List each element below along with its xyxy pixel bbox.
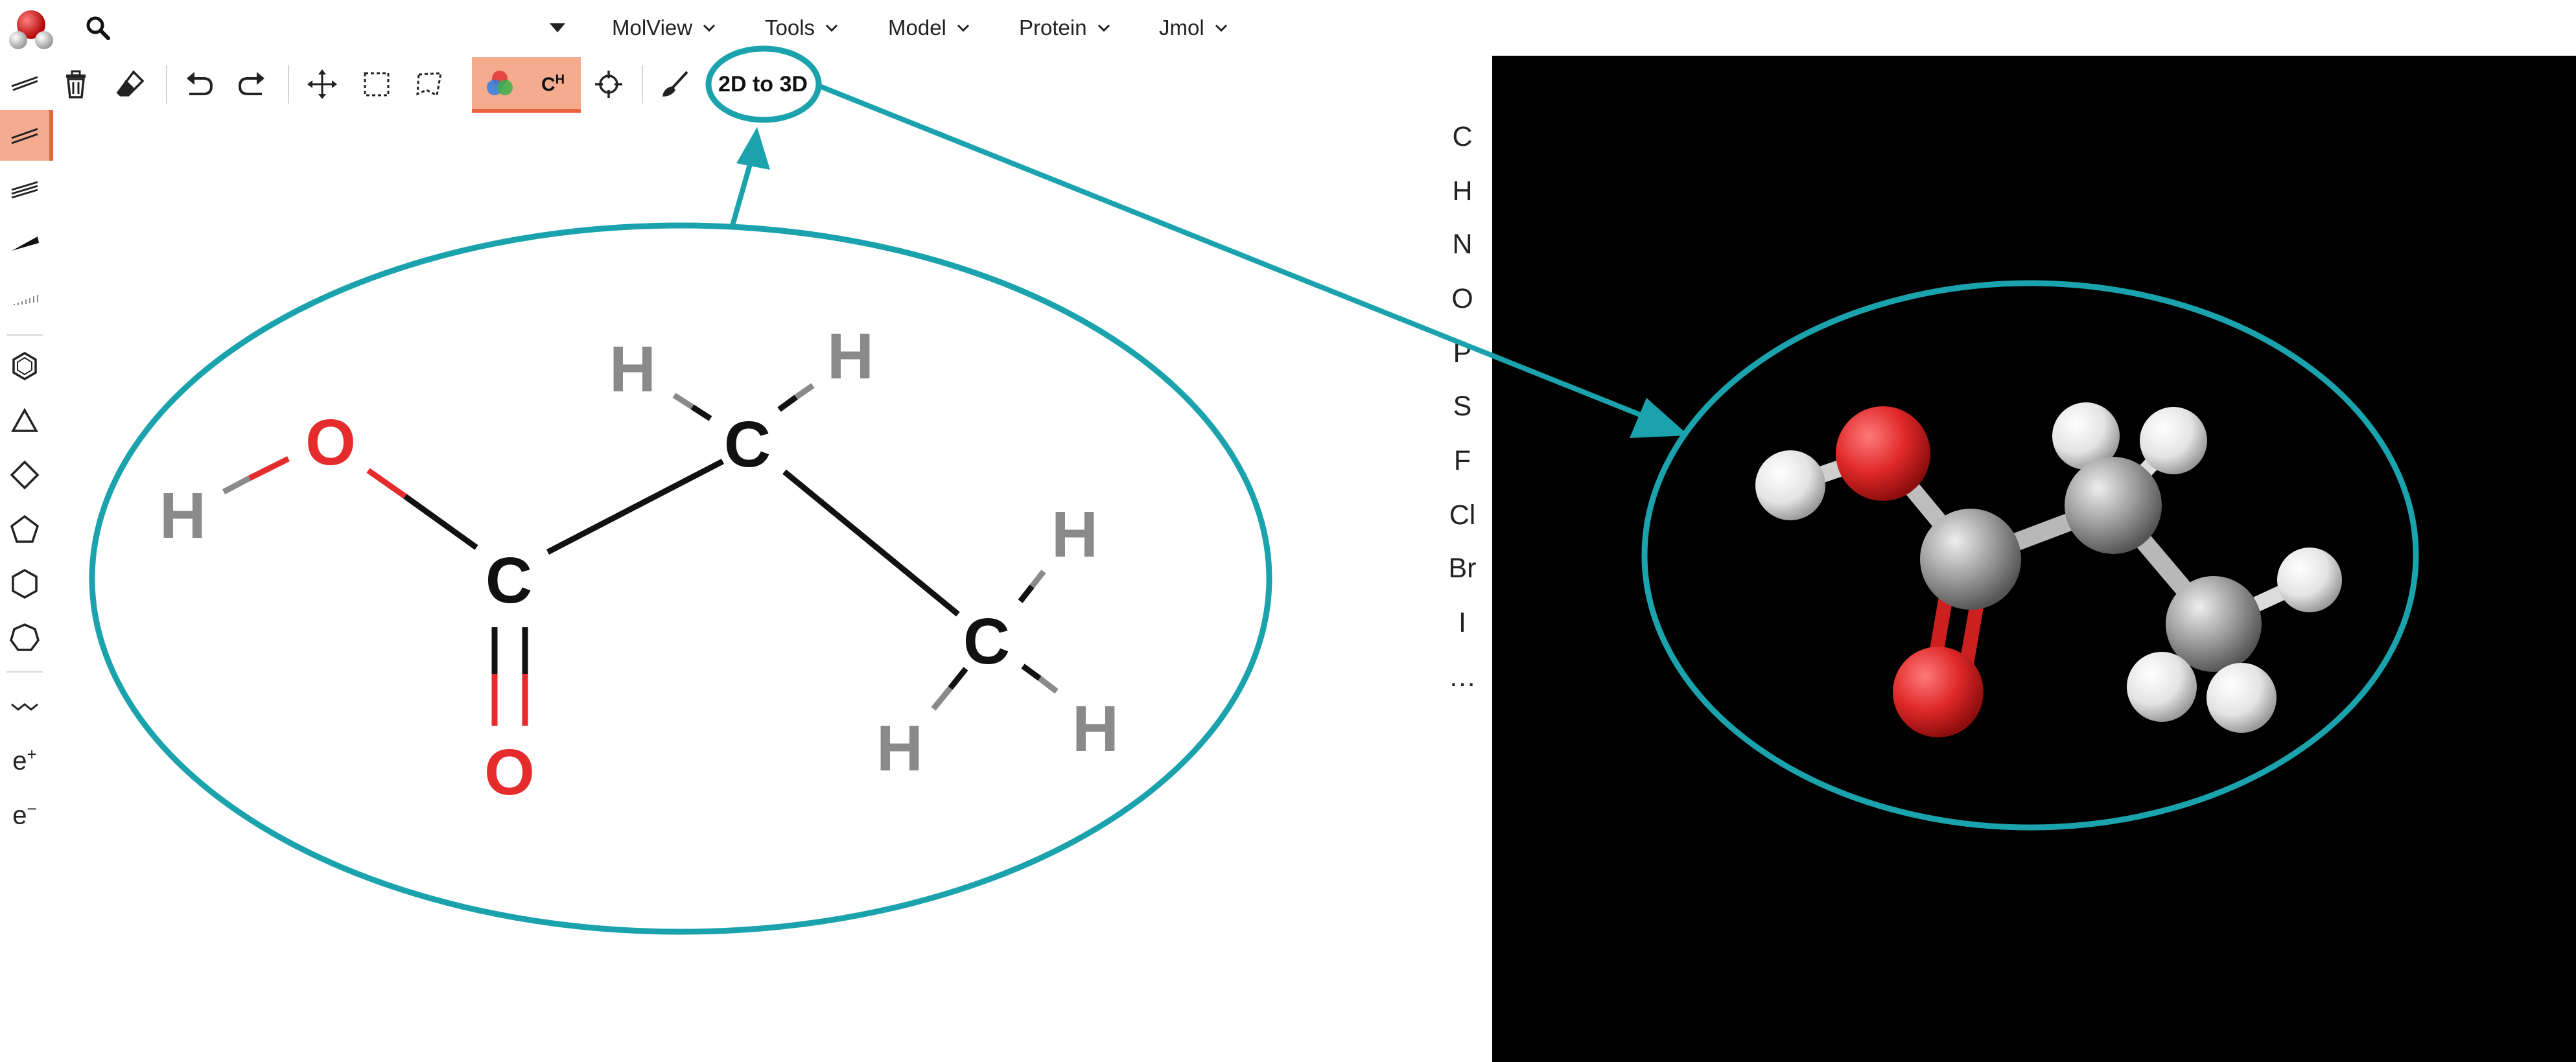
atom-label[interactable]: H <box>159 479 206 552</box>
menu-molview[interactable]: MolView <box>612 10 717 45</box>
atom-label[interactable]: H <box>609 333 656 406</box>
element-i[interactable]: I <box>1436 600 1488 645</box>
element-p[interactable]: P <box>1436 330 1488 376</box>
chevron-down-icon <box>825 24 838 32</box>
trash-icon <box>66 70 86 98</box>
redo-button[interactable] <box>229 61 275 108</box>
single-bond-icon <box>11 76 38 87</box>
bond-o-c <box>366 468 478 550</box>
hydrogen-toggle-icon: CH <box>541 73 565 95</box>
atom-label[interactable]: C <box>963 605 1010 678</box>
bond-c-c-2 <box>782 469 960 617</box>
search-icon[interactable] <box>84 14 111 41</box>
bond-c-h-b <box>777 383 815 412</box>
move-button[interactable] <box>299 61 345 108</box>
top-menu-bar: MolView Tools Model Protein Jmol <box>0 0 2576 56</box>
rectangle-select-icon <box>364 72 390 97</box>
clean-brush-icon <box>662 71 688 97</box>
sketcher-toolbar: CH 2D to 3D <box>0 56 1491 113</box>
atom-label[interactable]: O <box>484 736 535 809</box>
atom-label[interactable]: H <box>1072 693 1119 765</box>
chevron-down-icon <box>1097 24 1110 32</box>
menu-model[interactable]: Model <box>888 10 971 45</box>
lasso-select-icon <box>416 72 442 97</box>
clear-button[interactable] <box>53 61 99 108</box>
bond-c-h-c <box>1018 570 1046 603</box>
undo-button[interactable] <box>176 61 222 108</box>
lasso-select-button[interactable] <box>407 61 452 108</box>
3d-atoms <box>1755 402 2342 737</box>
element-o[interactable]: O <box>1436 276 1488 321</box>
element-h[interactable]: H <box>1436 168 1488 214</box>
menu-tools-label: Tools <box>765 16 815 40</box>
eraser-button[interactable] <box>108 61 153 108</box>
sketch-canvas-2d[interactable]: O H C O C H H C H H H <box>0 113 1491 1062</box>
bond-c-c-1 <box>546 459 725 555</box>
center-button[interactable] <box>586 61 631 108</box>
chevron-down-icon <box>703 24 716 32</box>
2d-to-3d-button[interactable]: 2D to 3D <box>708 67 818 101</box>
chevron-down-icon <box>957 24 969 32</box>
element-n[interactable]: N <box>1436 222 1488 267</box>
toolbar-divider <box>166 65 167 104</box>
element-br[interactable]: Br <box>1436 546 1488 591</box>
element-more[interactable]: … <box>1436 654 1488 700</box>
molecule-logo-icon[interactable] <box>5 3 57 54</box>
undo-icon <box>187 72 213 95</box>
move-icon <box>307 69 337 99</box>
color-mode-button[interactable] <box>477 61 522 108</box>
bond-o-h <box>222 456 290 494</box>
menu-molview-label: MolView <box>612 16 693 40</box>
element-cl[interactable]: Cl <box>1436 492 1488 538</box>
atom-label[interactable]: H <box>876 712 923 785</box>
toolbar-divider <box>288 65 289 104</box>
rectangle-select-button[interactable] <box>354 61 399 108</box>
bond-c-h-e <box>931 667 968 711</box>
chevron-down-icon <box>1215 24 1227 32</box>
center-icon <box>595 71 622 98</box>
bond-c-h-a <box>672 393 712 421</box>
menu-jmol-label: Jmol <box>1159 16 1204 40</box>
search-dropdown-caret-icon[interactable] <box>546 19 569 36</box>
3d-viewer[interactable] <box>1492 56 2576 1062</box>
bond-c-o-double <box>491 627 528 726</box>
clean-structure-button[interactable] <box>652 61 697 108</box>
redo-icon <box>238 72 264 95</box>
atom-label[interactable]: O <box>305 406 356 479</box>
eraser-icon <box>116 70 145 97</box>
menu-tools[interactable]: Tools <box>765 10 839 45</box>
toolbar-divider <box>642 65 643 104</box>
bond-c-h-d <box>1021 664 1059 694</box>
element-f[interactable]: F <box>1436 438 1488 483</box>
color-mode-icon <box>487 71 513 95</box>
menu-model-label: Model <box>888 16 946 40</box>
molview-app: MolView Tools Model Protein Jmol CH 2D t… <box>0 0 2576 1062</box>
menu-protein-label: Protein <box>1019 16 1087 40</box>
atom-label[interactable]: H <box>1051 498 1098 571</box>
menu-jmol[interactable]: Jmol <box>1159 10 1229 45</box>
hydrogen-toggle-button[interactable]: CH <box>530 61 576 108</box>
atom-label[interactable]: H <box>827 320 874 393</box>
element-c[interactable]: C <box>1436 114 1488 159</box>
menu-protein[interactable]: Protein <box>1019 10 1112 45</box>
single-bond-button[interactable] <box>0 56 49 106</box>
atom-label[interactable]: C <box>724 408 771 481</box>
atom-label[interactable]: C <box>486 544 532 617</box>
element-s[interactable]: S <box>1436 384 1488 429</box>
